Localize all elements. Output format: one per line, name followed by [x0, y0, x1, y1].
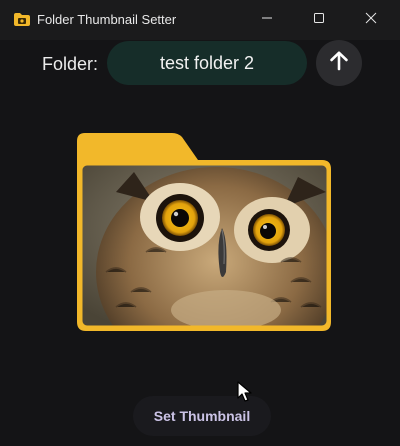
folder-thumbnail-preview: [76, 132, 332, 332]
folder-name-field[interactable]: test folder 2: [107, 41, 307, 85]
folder-label: Folder:: [42, 54, 99, 74]
parent-folder-button[interactable]: [316, 40, 362, 86]
close-icon: [365, 11, 377, 29]
maximize-button[interactable]: [296, 0, 342, 40]
arrow-up-icon: [328, 50, 350, 77]
set-thumbnail-label: Set Thumbnail: [153, 408, 251, 424]
minimize-icon: [261, 11, 273, 29]
app-folder-icon: [14, 13, 30, 26]
app-window: Folder Thumbnail Setter Folder: test fol…: [0, 0, 400, 446]
window-title: Folder Thumbnail Setter: [37, 12, 177, 27]
close-button[interactable]: [348, 0, 394, 40]
folder-name-text: test folder 2: [159, 52, 255, 73]
minimize-button[interactable]: [244, 0, 290, 40]
title-bar: Folder Thumbnail Setter: [0, 0, 400, 40]
mouse-pointer-icon: [237, 381, 253, 403]
folder-icon: [77, 133, 331, 331]
maximize-icon: [313, 11, 325, 29]
